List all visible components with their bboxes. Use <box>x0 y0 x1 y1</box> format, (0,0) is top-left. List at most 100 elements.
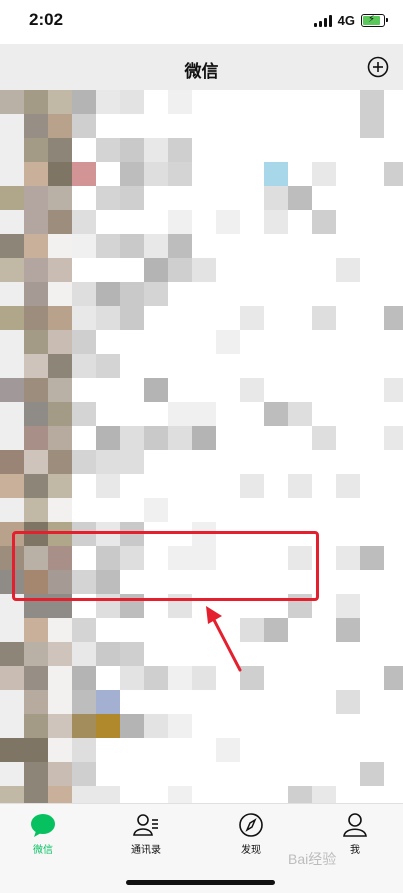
mosaic-tile <box>384 426 403 450</box>
mosaic-tile <box>336 258 360 282</box>
mosaic-tile <box>120 426 144 450</box>
mosaic-tile <box>168 138 192 162</box>
mosaic-tile <box>72 402 96 426</box>
network-type: 4G <box>337 13 355 28</box>
mosaic-tile <box>120 306 144 330</box>
mosaic-tile <box>168 426 192 450</box>
mosaic-tile <box>144 138 168 162</box>
mosaic-tile <box>0 186 24 210</box>
mosaic-tile <box>144 666 168 690</box>
mosaic-tile <box>24 402 48 426</box>
mosaic-tile <box>168 714 192 738</box>
mosaic-tile <box>24 690 48 714</box>
mosaic-tile <box>288 474 312 498</box>
mosaic-tile <box>288 786 312 803</box>
mosaic-tile <box>24 762 48 786</box>
tab-discover[interactable]: 发现 <box>216 812 286 856</box>
mosaic-tile <box>336 618 360 642</box>
mosaic-tile <box>0 786 24 803</box>
mosaic-tile <box>72 618 96 642</box>
mosaic-tile <box>264 186 288 210</box>
mosaic-tile <box>48 738 72 762</box>
mosaic-tile <box>24 330 48 354</box>
plus-circle-icon[interactable] <box>367 56 389 78</box>
mosaic-tile <box>0 138 24 162</box>
mosaic-tile <box>0 714 24 738</box>
mosaic-tile <box>264 210 288 234</box>
watermark: Bai经验 <box>288 851 337 867</box>
mosaic-tile <box>96 90 120 114</box>
tab-label: 通讯录 <box>131 845 161 856</box>
mosaic-tile <box>48 450 72 474</box>
mosaic-tile <box>24 258 48 282</box>
mosaic-tile <box>0 378 24 402</box>
nav-bar: 微信 <box>0 44 403 90</box>
mosaic-tile <box>96 786 120 803</box>
status-bar: 2:02 4G ⚡ <box>0 0 403 44</box>
person-icon <box>343 813 367 837</box>
arrow-annotation <box>206 606 242 672</box>
mosaic-tile <box>168 234 192 258</box>
mosaic-tile <box>0 258 24 282</box>
mosaic-tile <box>24 282 48 306</box>
mosaic-tile <box>48 138 72 162</box>
mosaic-tile <box>72 162 96 186</box>
mosaic-tile <box>48 378 72 402</box>
mosaic-tile <box>0 642 24 666</box>
mosaic-tile <box>168 666 192 690</box>
mosaic-tile <box>0 114 24 138</box>
mosaic-tile <box>168 210 192 234</box>
mosaic-tile <box>144 498 168 522</box>
mosaic-tile <box>312 210 336 234</box>
mosaic-tile <box>96 426 120 450</box>
mosaic-tile <box>384 306 403 330</box>
tab-chats[interactable]: 微信 <box>8 812 78 856</box>
mosaic-tile <box>96 642 120 666</box>
mosaic-tile <box>144 234 168 258</box>
mosaic-tile <box>96 186 120 210</box>
mosaic-tile <box>336 546 360 570</box>
chat-list[interactable] <box>0 90 403 803</box>
mosaic-tile <box>72 714 96 738</box>
mosaic-tile <box>120 666 144 690</box>
mosaic-tile <box>48 402 72 426</box>
mosaic-tile <box>168 162 192 186</box>
mosaic-tile <box>48 762 72 786</box>
mosaic-tile <box>312 306 336 330</box>
mosaic-tile <box>0 426 24 450</box>
mosaic-tile <box>0 354 24 378</box>
home-indicator <box>126 880 275 885</box>
mosaic-tile <box>216 330 240 354</box>
mosaic-tile <box>360 90 384 114</box>
mosaic-tile <box>168 402 192 426</box>
mosaic-tile <box>336 594 360 618</box>
mosaic-tile <box>24 234 48 258</box>
mosaic-tile <box>24 738 48 762</box>
mosaic-tile <box>168 90 192 114</box>
mosaic-tile <box>24 498 48 522</box>
mosaic-tile <box>0 498 24 522</box>
tab-label: 微信 <box>33 845 53 856</box>
mosaic-tile <box>120 90 144 114</box>
mosaic-tile <box>360 546 384 570</box>
mosaic-tile <box>48 282 72 306</box>
mosaic-tile <box>48 306 72 330</box>
mosaic-tile <box>48 714 72 738</box>
mosaic-tile <box>48 786 72 803</box>
mosaic-tile <box>24 618 48 642</box>
mosaic-tile <box>120 714 144 738</box>
mosaic-tile <box>312 786 336 803</box>
mosaic-tile <box>96 690 120 714</box>
mosaic-tile <box>24 306 48 330</box>
mosaic-tile <box>72 282 96 306</box>
mosaic-tile <box>360 114 384 138</box>
battery-icon: ⚡ <box>361 14 388 27</box>
mosaic-tile <box>360 762 384 786</box>
mosaic-tile <box>288 402 312 426</box>
mosaic-tile <box>96 474 120 498</box>
mosaic-tile <box>96 714 120 738</box>
mosaic-tile <box>48 114 72 138</box>
mosaic-tile <box>72 354 96 378</box>
tab-contacts[interactable]: 通讯录 <box>111 812 181 856</box>
mosaic-tile <box>240 474 264 498</box>
